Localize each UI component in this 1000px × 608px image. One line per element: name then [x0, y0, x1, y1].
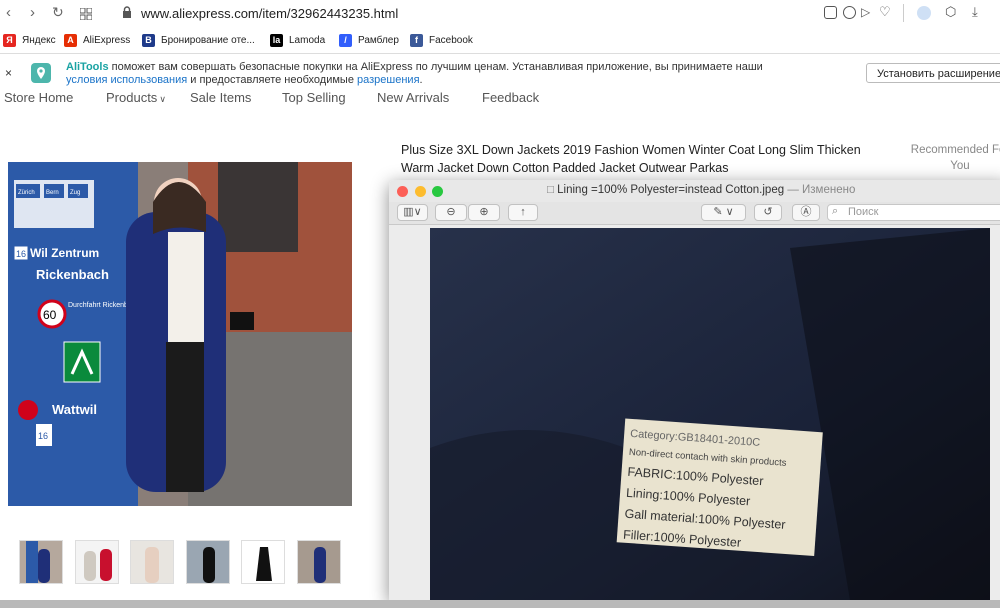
back-icon[interactable]: ‹ [6, 4, 11, 21]
address-bar[interactable]: www.aliexpress.com/item/32962443235.html [141, 6, 398, 21]
camera-icon[interactable] [824, 6, 837, 19]
annotate-icon[interactable]: Ⓐ [792, 204, 820, 221]
bookmark-label: Бронирование оте... [161, 34, 255, 46]
image-file-icon: □ [547, 184, 554, 196]
product-title: Plus Size 3XL Down Jackets 2019 Fashion … [401, 143, 861, 175]
markup-pen-icon[interactable]: ✎ ∨ [701, 204, 746, 221]
banner-brand: AliTools [66, 61, 109, 73]
rotate-icon[interactable]: ↺ [754, 204, 782, 221]
booking-icon: B [142, 33, 155, 47]
preview-filename-text: Lining =100% Polyester=instead Cotton.jp… [557, 184, 785, 196]
nav-new-arrivals[interactable]: New Arrivals [377, 90, 449, 105]
bookmark-label: Facebook [429, 34, 473, 46]
recommended-heading: Recommended For You [910, 144, 1000, 172]
alitools-logo-icon [31, 63, 51, 83]
shield-icon[interactable] [843, 6, 856, 19]
install-extension-button[interactable]: Установить расширение [866, 63, 1000, 83]
facebook-icon: f [410, 33, 423, 47]
heart-icon[interactable]: ♡ [879, 4, 891, 20]
bookmark-aliexpress[interactable]: A AliExpress [64, 32, 130, 48]
zoom-in-icon[interactable]: ⊕ [468, 204, 500, 221]
minimize-window-icon[interactable] [415, 186, 426, 197]
zoom-window-icon[interactable] [432, 186, 443, 197]
sign-road16b-text: 16 [38, 431, 48, 441]
sign-rickenbach-text: Rickenbach [36, 267, 109, 282]
profile-icon[interactable] [917, 6, 931, 20]
rambler-icon: / [339, 33, 352, 47]
sign-wattwil-text: Wattwil [52, 402, 97, 417]
nav-store-home[interactable]: Store Home [4, 90, 73, 105]
close-icon[interactable]: × [5, 66, 12, 80]
nav-feedback[interactable]: Feedback [482, 90, 539, 105]
zoom-out-icon[interactable]: ⊖ [435, 204, 467, 221]
lock-icon [122, 6, 132, 24]
bookmark-label: Рамблер [358, 34, 399, 46]
thumbnail-5[interactable] [241, 540, 285, 584]
permissions-link[interactable]: разрешения [357, 74, 420, 86]
tabs-grid-icon[interactable] [79, 7, 93, 21]
bookmark-booking[interactable]: B Бронирование оте... [142, 32, 255, 48]
preview-edited-status: — Изменено [787, 184, 856, 196]
nav-products[interactable]: Products ∨ [106, 90, 166, 105]
aliexpress-icon: A [64, 33, 77, 47]
nav-products-label: Products [106, 90, 158, 105]
close-window-icon[interactable] [397, 186, 408, 197]
bookmark-label: Яндекс [22, 34, 56, 46]
thumbnail-1[interactable] [19, 540, 63, 584]
bookmark-label: AliExpress [83, 34, 131, 46]
chevron-down-icon: ∨ [159, 94, 166, 104]
send-icon[interactable]: ▷ [861, 5, 870, 19]
preview-window: □ Lining =100% Polyester=instead Cotton.… [389, 180, 1000, 600]
product-main-image[interactable]: Zürich Bern Zug 16 Wil Zentrum Rickenbac… [8, 162, 352, 506]
preview-filename: □ Lining =100% Polyester=instead Cotton.… [547, 184, 855, 196]
thumbnail-3[interactable] [130, 540, 174, 584]
sidebar-toggle-icon[interactable]: ▥∨ [397, 204, 428, 221]
banner-line2-end: . [419, 74, 423, 86]
share-icon[interactable]: ↑ [508, 204, 538, 221]
banner-line1-text: поможет вам совершать безопасные покупки… [108, 61, 763, 73]
thumbnail-2[interactable] [75, 540, 119, 584]
sign-road16-text: 16 [16, 249, 26, 259]
preview-image[interactable]: Category:GB18401-2010C Non-direct contac… [430, 228, 990, 600]
bookmark-rambler[interactable]: / Рамблер [339, 32, 399, 48]
bookmark-facebook[interactable]: f Facebook [410, 32, 473, 48]
thumbnail-4[interactable] [186, 540, 230, 584]
reload-icon[interactable]: ↻ [52, 4, 64, 21]
bookmark-lamoda[interactable]: la Lamoda [270, 32, 325, 48]
preview-search-field[interactable]: Поиск [827, 204, 1000, 221]
bookmark-label: Lamoda [289, 34, 326, 46]
dock-strip [0, 600, 1000, 608]
extension-cube-icon[interactable]: ⬡ [945, 4, 956, 20]
forward-icon[interactable]: › [30, 4, 35, 21]
download-icon[interactable]: ⤓ [972, 4, 978, 20]
nav-sale-items[interactable]: Sale Items [190, 90, 251, 105]
lamoda-icon: la [270, 33, 283, 47]
terms-link[interactable]: условия использования [66, 74, 187, 86]
sign-city2-text: Bern [46, 190, 59, 196]
sign-city1-text: Zürich [18, 190, 35, 196]
banner-line2-text: и предоставляете необходимые [187, 74, 358, 86]
divider [903, 4, 904, 22]
sign-city3-text: Zug [70, 190, 80, 196]
sign-wil-text: Wil Zentrum [30, 246, 99, 260]
sign-speed-text: 60 [43, 308, 57, 322]
thumbnail-6[interactable] [297, 540, 341, 584]
bookmark-yandex[interactable]: Я Яндекс [3, 32, 56, 48]
search-icon: ⌕ [832, 205, 839, 217]
banner-text-line2: условия использования и предоставляете н… [66, 74, 423, 86]
browser-toolbar: ‹ › ↻ www.aliexpress.com/item/3296244323… [0, 0, 1000, 28]
yandex-icon: Я [3, 33, 16, 47]
banner-text-line1: AliTools поможет вам совершать безопасны… [66, 61, 763, 73]
nav-top-selling[interactable]: Top Selling [282, 90, 346, 105]
